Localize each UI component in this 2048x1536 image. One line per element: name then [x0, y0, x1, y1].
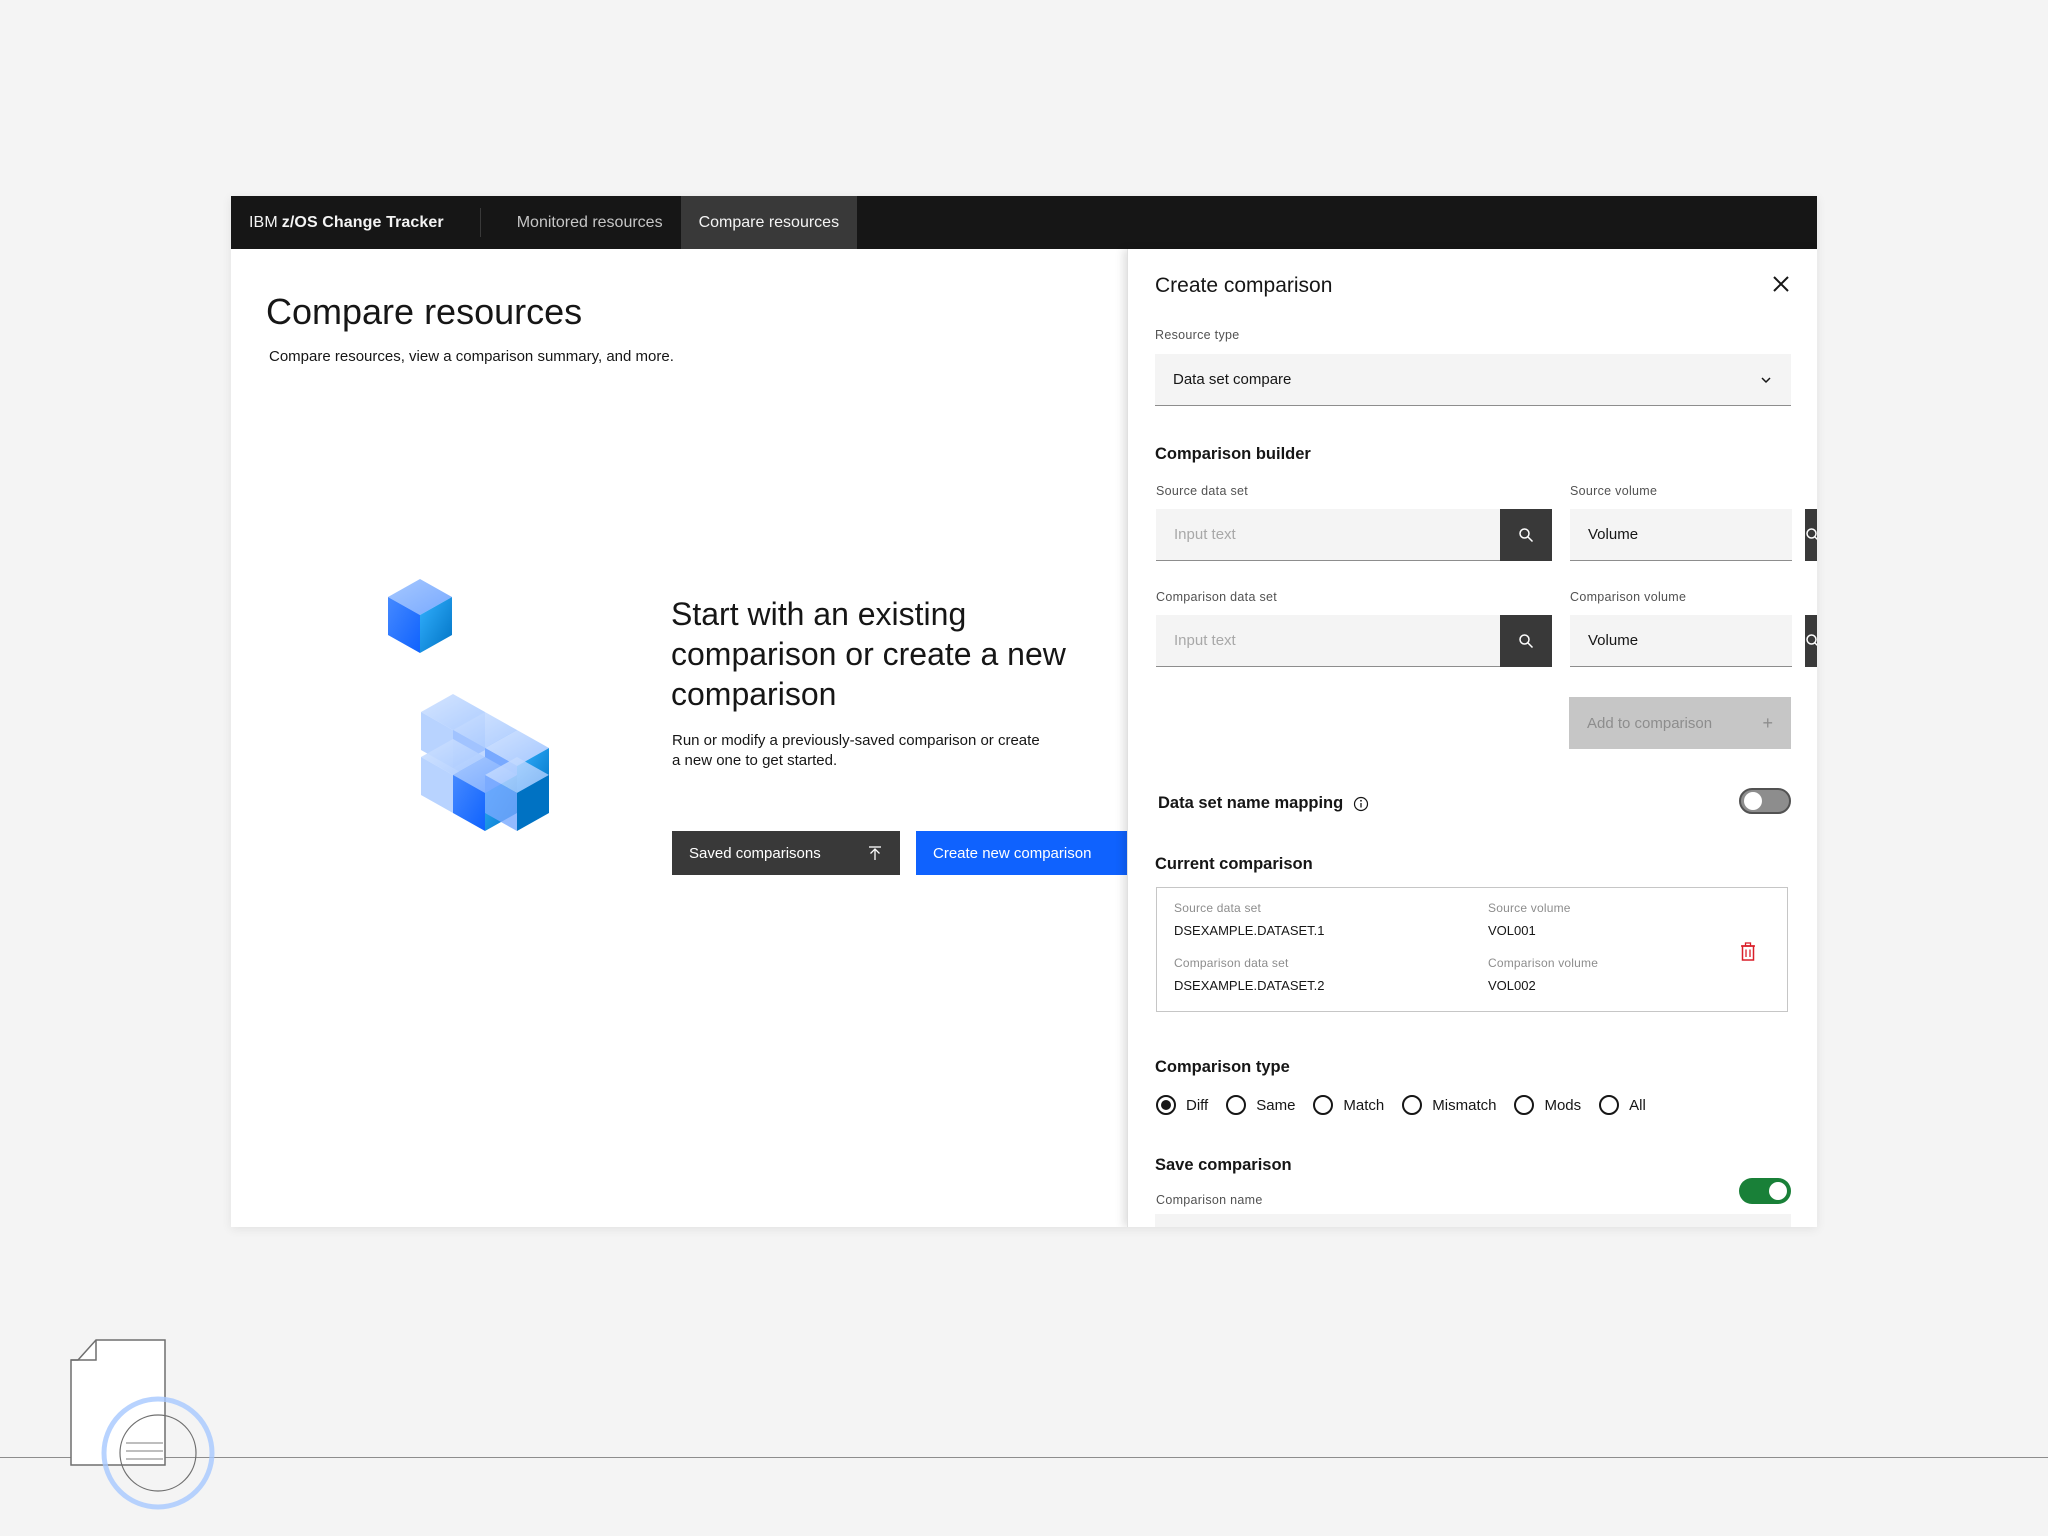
comparison-volume-input[interactable]: [1570, 615, 1805, 666]
current-comparison-title: Current comparison: [1155, 855, 1313, 873]
chevron-down-icon: [1761, 376, 1771, 383]
current-source-dataset-label: Source data set: [1174, 901, 1262, 915]
comparison-type-radio-group: Diff Same Match Mismatch Mods All: [1156, 1095, 1664, 1115]
comparison-volume-label: Comparison volume: [1570, 590, 1687, 604]
plus-icon: +: [1762, 712, 1773, 733]
radio-match[interactable]: Match: [1313, 1095, 1384, 1115]
current-source-volume-value: VOL001: [1488, 923, 1536, 938]
radio-indicator: [1313, 1095, 1334, 1115]
product-name[interactable]: IBM z/OS Change Tracker: [231, 208, 481, 237]
comparison-volume-field: [1570, 614, 1817, 667]
comparison-dataset-label: Comparison data set: [1156, 590, 1278, 604]
current-comparison-dataset-label: Comparison data set: [1174, 956, 1289, 970]
source-dataset-input[interactable]: [1156, 509, 1500, 560]
radio-all[interactable]: All: [1599, 1095, 1646, 1115]
mapping-row: Data set name mapping: [1158, 794, 1369, 813]
comparison-volume-search-button[interactable]: [1805, 614, 1817, 667]
app-window: IBM z/OS Change Tracker Monitored resour…: [231, 196, 1817, 1227]
source-dataset-search-button[interactable]: [1500, 508, 1552, 561]
search-icon: [1519, 633, 1534, 648]
radio-mismatch[interactable]: Mismatch: [1402, 1095, 1496, 1115]
empty-state-body: Run or modify a previously-saved compari…: [672, 732, 1040, 769]
radio-indicator: [1226, 1095, 1247, 1115]
close-icon[interactable]: [1771, 274, 1791, 294]
resource-type-label: Resource type: [1155, 328, 1240, 342]
trash-icon[interactable]: [1739, 942, 1757, 962]
save-comparison-title: Save comparison: [1155, 1156, 1292, 1174]
saved-comparisons-button[interactable]: Saved comparisons: [672, 831, 900, 875]
current-comparison-dataset-value: DSEXAMPLE.DATASET.2: [1174, 978, 1325, 993]
brand-name: z/OS Change Tracker: [281, 213, 444, 231]
radio-label: Match: [1343, 1096, 1385, 1114]
upload-icon: [869, 846, 881, 860]
radio-mods[interactable]: Mods: [1514, 1095, 1581, 1115]
resource-type-select[interactable]: Data set compare: [1155, 354, 1791, 406]
comparison-name-label: Comparison name: [1156, 1193, 1263, 1207]
nav-monitored-resources[interactable]: Monitored resources: [499, 196, 681, 249]
radio-indicator: [1402, 1095, 1423, 1115]
comparison-dataset-field: [1156, 614, 1552, 667]
radio-label: Diff: [1186, 1096, 1209, 1114]
radio-diff[interactable]: Diff: [1156, 1095, 1208, 1115]
empty-state-title: Start with an existing comparison or cre…: [671, 596, 1066, 712]
radio-label: All: [1629, 1096, 1646, 1114]
document-magnifier-icon: [70, 1339, 215, 1510]
radio-label: Mods: [1544, 1096, 1582, 1114]
current-source-volume-label: Source volume: [1488, 901, 1571, 915]
search-icon: [1519, 527, 1534, 542]
page-baseline-divider: [0, 1457, 2048, 1458]
search-icon: [1806, 633, 1817, 646]
brand-prefix: IBM: [249, 213, 278, 231]
current-source-dataset-value: DSEXAMPLE.DATASET.1: [1174, 923, 1325, 938]
radio-indicator: [1156, 1095, 1176, 1115]
mapping-toggle[interactable]: [1739, 788, 1791, 814]
source-volume-field: [1570, 508, 1817, 561]
current-comparison-volume-label: Comparison volume: [1488, 956, 1599, 970]
radio-label: Same: [1256, 1096, 1296, 1114]
comparison-builder-title: Comparison builder: [1155, 445, 1311, 463]
mapping-label: Data set name mapping: [1158, 794, 1344, 812]
radio-same[interactable]: Same: [1226, 1095, 1295, 1115]
comparison-name-input[interactable]: [1155, 1214, 1791, 1227]
info-icon[interactable]: [1353, 796, 1369, 812]
cubes-illustration: [388, 579, 549, 831]
create-comparison-panel: Create comparison Resource type Data set…: [1127, 249, 1817, 1227]
radio-label: Mismatch: [1432, 1096, 1497, 1114]
page-title: Compare resources: [266, 291, 583, 332]
add-to-comparison-label: Add to comparison: [1587, 714, 1713, 732]
source-volume-input[interactable]: [1570, 509, 1805, 560]
radio-indicator: [1514, 1095, 1535, 1115]
comparison-dataset-search-button[interactable]: [1500, 614, 1552, 667]
comparison-dataset-input[interactable]: [1156, 615, 1500, 666]
source-dataset-field: [1156, 508, 1552, 561]
current-comparison-card: Source data set DSEXAMPLE.DATASET.1 Sour…: [1156, 887, 1788, 1012]
comparison-type-title: Comparison type: [1155, 1058, 1290, 1076]
main-content: Compare resources Compare resources, vie…: [231, 249, 1131, 1227]
top-header: IBM z/OS Change Tracker Monitored resour…: [231, 196, 1817, 249]
source-dataset-label: Source data set: [1156, 484, 1249, 498]
source-volume-label: Source volume: [1570, 484, 1658, 498]
search-icon: [1806, 527, 1817, 540]
add-to-comparison-button[interactable]: Add to comparison +: [1569, 697, 1791, 749]
saved-comparisons-label: Saved comparisons: [689, 844, 821, 862]
nav-compare-resources[interactable]: Compare resources: [680, 196, 858, 249]
resource-type-value: Data set compare: [1173, 371, 1292, 388]
page-subtitle: Compare resources, view a comparison sum…: [269, 348, 674, 365]
source-volume-search-button[interactable]: [1805, 508, 1817, 561]
current-comparison-volume-value: VOL002: [1488, 978, 1536, 993]
panel-title: Create comparison: [1155, 274, 1333, 297]
create-new-comparison-button[interactable]: Create new comparison: [916, 831, 1131, 875]
header-nav: Monitored resources Compare resources: [499, 196, 858, 249]
save-comparison-toggle[interactable]: [1739, 1178, 1791, 1204]
radio-indicator: [1599, 1095, 1620, 1115]
